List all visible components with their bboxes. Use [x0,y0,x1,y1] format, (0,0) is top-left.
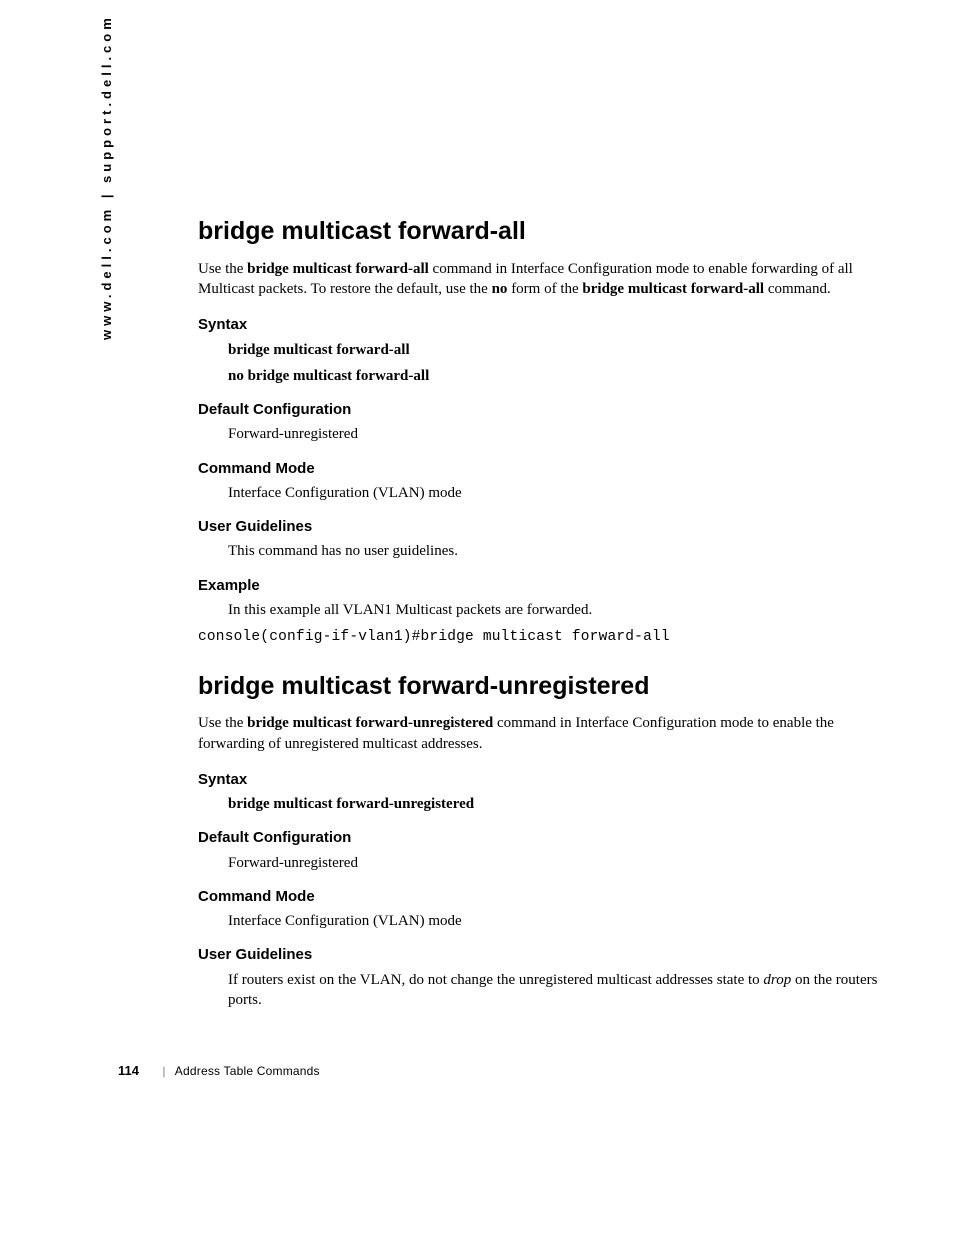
mode-body: Interface Configuration (VLAN) mode [228,483,878,503]
mode-head: Command Mode [198,887,878,907]
guidelines-body: If routers exist on the VLAN, do not cha… [228,970,878,1011]
section1-desc: Use the bridge multicast forward-all com… [198,259,878,300]
txt: command. [764,281,831,297]
example-body: In this example all VLAN1 Multicast pack… [228,600,878,620]
cmd-bold: bridge multicast forward-all [582,281,764,297]
side-url: www.dell.com | support.dell.com [98,14,116,340]
example-head: Example [198,576,878,596]
default-body: Forward-unregistered [228,424,878,444]
section1-title: bridge multicast forward-all [198,215,878,249]
guidelines-head: User Guidelines [198,517,878,537]
default-head: Default Configuration [198,400,878,420]
page-footer: 114 | Address Table Commands [118,1062,320,1080]
section2-desc: Use the bridge multicast forward-unregis… [198,713,878,754]
footer-sep: | [162,1064,165,1078]
syntax-head: Syntax [198,770,878,790]
cmd-bold: bridge multicast forward-unregistered [247,715,493,731]
txt: If routers exist on the VLAN, do not cha… [228,972,763,988]
txt: Use the [198,715,247,731]
mode-body: Interface Configuration (VLAN) mode [228,911,878,931]
guidelines-head: User Guidelines [198,945,878,965]
txt: form of the [507,281,582,297]
example-code: console(config-if-vlan1)#bridge multicas… [198,628,878,648]
no-bold: no [492,281,508,297]
syntax-line: bridge multicast forward-all [228,340,878,360]
drop-ital: drop [763,972,791,988]
page-content: bridge multicast forward-all Use the bri… [198,215,878,1016]
default-body: Forward-unregistered [228,853,878,873]
syntax-line: no bridge multicast forward-all [228,366,878,386]
section2-title: bridge multicast forward-unregistered [198,670,878,704]
guidelines-body: This command has no user guidelines. [228,541,878,561]
page-number: 114 [118,1063,139,1078]
cmd-bold: bridge multicast forward-all [247,261,429,277]
chapter-title: Address Table Commands [175,1064,320,1078]
syntax-line: bridge multicast forward-unregistered [228,794,878,814]
default-head: Default Configuration [198,828,878,848]
txt: Use the [198,261,247,277]
syntax-head: Syntax [198,315,878,335]
mode-head: Command Mode [198,459,878,479]
